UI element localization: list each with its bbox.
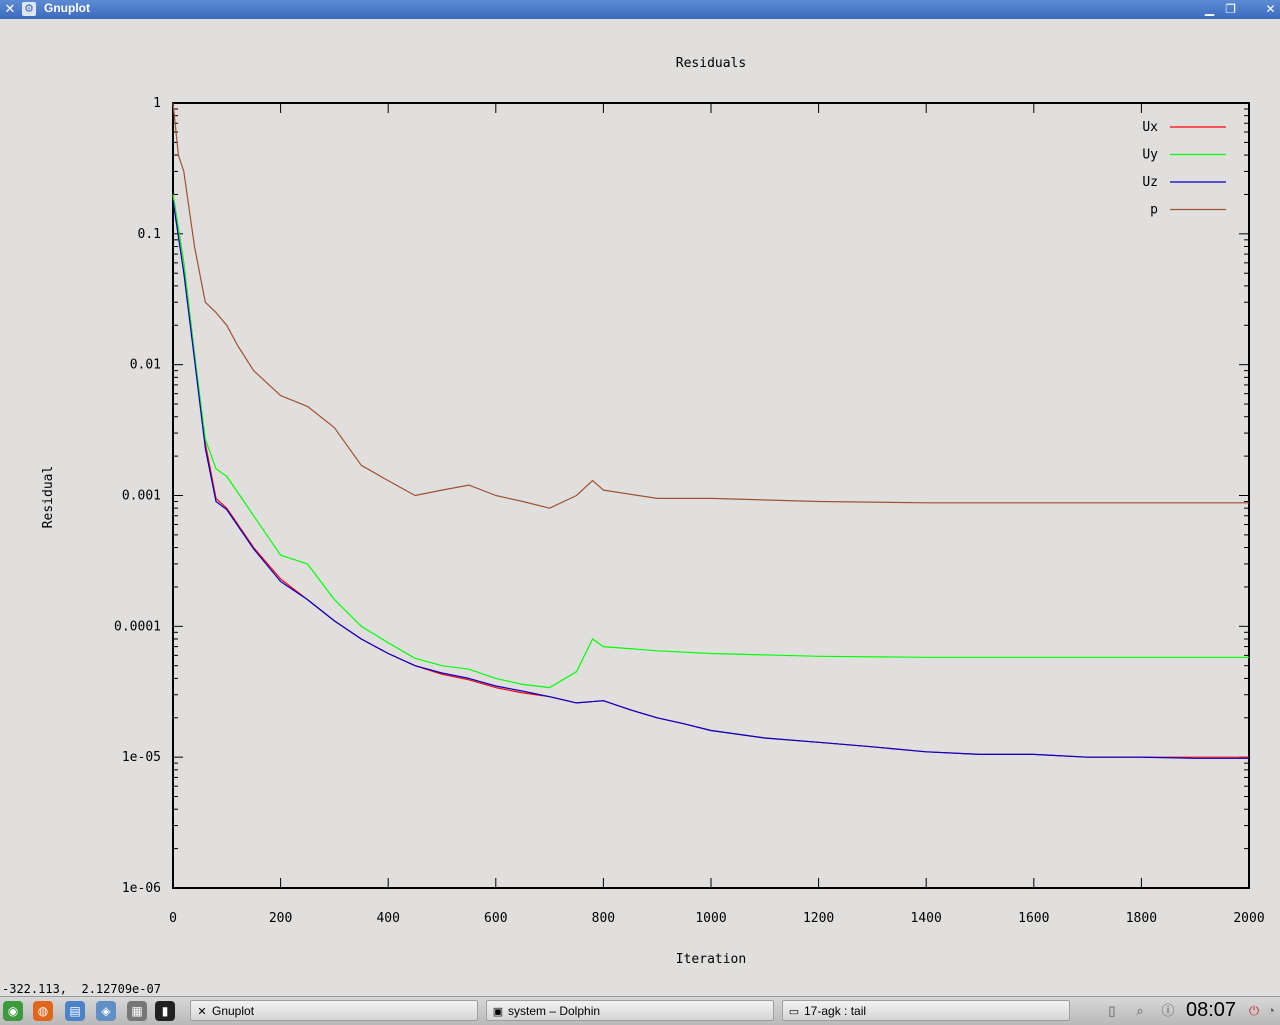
x-axis-label: Iteration	[676, 952, 746, 967]
window-titlebar[interactable]: ✕ ⚙ Gnuplot ▁ ❐ ✕	[0, 0, 1280, 19]
x-tick-label: 0	[169, 911, 177, 926]
window-title: Gnuplot	[44, 1, 90, 15]
y-tick-label: 0.0001	[114, 619, 161, 634]
task-dolphin[interactable]: ▣ system – Dolphin	[486, 1000, 774, 1021]
x-tick-label: 800	[592, 911, 615, 926]
close-button[interactable]: ✕	[1262, 1, 1279, 18]
calculator-icon[interactable]: ▦	[127, 1001, 147, 1021]
task-label: system – Dolphin	[508, 1004, 601, 1018]
plot-canvas[interactable]: 0 200 400 600 800 1000 1200 1400 1600 1800 2000 1 0.…	[0, 19, 1280, 981]
firefox-icon[interactable]: ◍	[33, 1001, 53, 1021]
legend-label: Ux	[1142, 120, 1158, 135]
legend-label: Uy	[1142, 148, 1158, 163]
series-line-Uy	[172, 194, 1249, 689]
x-tick-label: 1000	[695, 911, 726, 926]
legend: Ux Uy Uz p	[1142, 120, 1226, 218]
y-tick-label: 0.01	[130, 358, 161, 373]
gnuplot-icon[interactable]: ✕	[2, 1, 18, 17]
task-terminal[interactable]: ▭ 17-agk : tail	[782, 1000, 1070, 1021]
clock: 08:07	[1186, 999, 1237, 1021]
power-icon[interactable]: ⏻	[1245, 1002, 1263, 1020]
taskbar: ◉ ◍ ▤ ◈ ▦ ▮ ✕ Gnuplot ▣ system – Dolphin ▭…	[0, 996, 1280, 1025]
series-line-p	[172, 102, 1249, 509]
x-tick-label: 1600	[1018, 911, 1049, 926]
task-label: 17-agk : tail	[804, 1004, 867, 1018]
info-icon[interactable]: ⓘ	[1159, 1002, 1177, 1020]
series-layer	[172, 102, 1249, 759]
series-line-Ux	[172, 194, 1249, 758]
gnuplot-icon: ✕	[197, 1006, 207, 1018]
x-tick-label: 200	[269, 911, 292, 926]
legend-label: p	[1150, 203, 1158, 218]
network-icon[interactable]: ◈	[96, 1001, 116, 1021]
y-tick-label: 1e-06	[122, 881, 161, 896]
x-tick-label: 1800	[1126, 911, 1157, 926]
task-gnuplot[interactable]: ✕ Gnuplot	[190, 1000, 478, 1021]
chart-title: Residuals	[676, 56, 746, 71]
file-manager-icon[interactable]: ▤	[65, 1001, 85, 1021]
x-tick-label: 1200	[803, 911, 834, 926]
y-tick-label: 0.001	[122, 489, 161, 504]
task-label: Gnuplot	[212, 1004, 255, 1018]
mouse-coordinates-readout: -322.113, 2.12709e-07	[2, 982, 161, 996]
window-menu-icon[interactable]: ⚙	[22, 2, 36, 16]
y-axis-label: Residual	[41, 466, 56, 529]
y-tick-label: 1	[153, 96, 161, 111]
menu-icon[interactable]: ◉	[3, 1001, 23, 1021]
y-tick-label: 0.1	[138, 227, 161, 242]
x-tick-label: 400	[376, 911, 399, 926]
terminal-icon[interactable]: ▮	[155, 1001, 175, 1021]
maximize-button[interactable]: ❐	[1222, 1, 1239, 18]
plot-border	[172, 102, 1250, 889]
axes: 0 200 400 600 800 1000 1200 1400 1600 1800 2000 1 0.…	[114, 96, 1265, 926]
clipboard-icon[interactable]: ▯	[1103, 1002, 1121, 1020]
legend-label: Uz	[1142, 175, 1158, 190]
tray-arrow-icon[interactable]: ◔	[1262, 1002, 1280, 1020]
x-tick-label: 1400	[911, 911, 942, 926]
search-icon[interactable]: ⌕	[1131, 1002, 1149, 1020]
series-line-Uz	[172, 200, 1249, 759]
dolphin-icon: ▣	[492, 1006, 504, 1018]
y-tick-label: 1e-05	[122, 750, 161, 765]
minimize-button[interactable]: ▁	[1201, 1, 1218, 18]
x-tick-label: 2000	[1233, 911, 1264, 926]
terminal-icon: ▭	[788, 1006, 800, 1018]
x-tick-label: 600	[484, 911, 507, 926]
